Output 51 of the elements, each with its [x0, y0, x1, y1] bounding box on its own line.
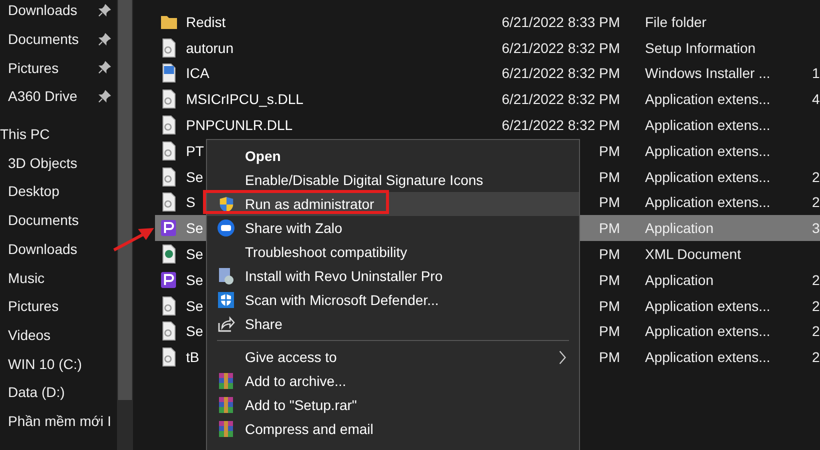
file-size: 1: [811, 65, 820, 82]
file-name: Se: [186, 323, 204, 340]
file-date: PM: [599, 142, 620, 159]
file-name: Se: [186, 272, 204, 288]
file-type: Setup Information: [645, 40, 757, 56]
file-type: Application extens...: [645, 117, 772, 134]
file-date: 6/21/2022 8:32 PM: [502, 91, 620, 108]
file-name: ICA: [186, 65, 210, 82]
file-date: PM: [599, 220, 620, 236]
file-date: 6/21/2022 8:32 PM: [502, 65, 620, 82]
file-date: PM: [599, 349, 620, 366]
file-name: PNPCUNLR.DLL: [186, 117, 293, 134]
file-type: Windows Installer ...: [645, 65, 772, 82]
file-date: PM: [599, 246, 620, 262]
file-name: Se: [186, 220, 204, 236]
file-type: Application extens...: [645, 323, 772, 340]
file-date: PM: [599, 272, 620, 288]
file-type: File folder: [645, 14, 708, 30]
file-date: 6/21/2022 8:32 PM: [502, 40, 620, 56]
file-date: 6/21/2022 8:32 PM: [502, 117, 620, 134]
file-name: PT: [186, 142, 204, 159]
file-name: Se: [186, 298, 204, 314]
file-size: 4: [811, 91, 820, 108]
file-name: S: [186, 194, 196, 210]
file-date: PM: [599, 194, 620, 210]
file-size: 2: [811, 349, 820, 366]
file-name: Se: [186, 168, 204, 185]
file-type: Application extens...: [645, 349, 772, 366]
file-size: 2: [811, 323, 820, 340]
file-name: Se: [186, 246, 204, 262]
file-size: 3: [811, 220, 820, 236]
file-type: Application extens...: [645, 194, 772, 210]
file-name: tB: [186, 349, 200, 366]
file-type: Application: [645, 272, 714, 288]
file-size: 2: [811, 298, 820, 314]
file-type: Application extens...: [645, 168, 772, 185]
file-name: MSICrIPCU_s.DLL: [186, 91, 304, 108]
file-date: 6/21/2022 8:33 PM: [502, 14, 620, 30]
file-type: Application: [645, 220, 714, 236]
file-type: Application extens...: [645, 91, 772, 108]
file-date: PM: [599, 298, 620, 314]
file-date: PM: [599, 323, 620, 340]
file-date: PM: [599, 168, 620, 185]
file-size: 2: [811, 168, 820, 185]
file-type: Application extens...: [645, 298, 772, 314]
file-size: 2: [811, 194, 820, 210]
file-name: Redist: [186, 14, 226, 30]
file-name: autorun: [186, 40, 234, 56]
file-type: XML Document: [645, 246, 742, 262]
file-size: 2: [811, 272, 820, 288]
file-type: Application extens...: [645, 142, 772, 159]
